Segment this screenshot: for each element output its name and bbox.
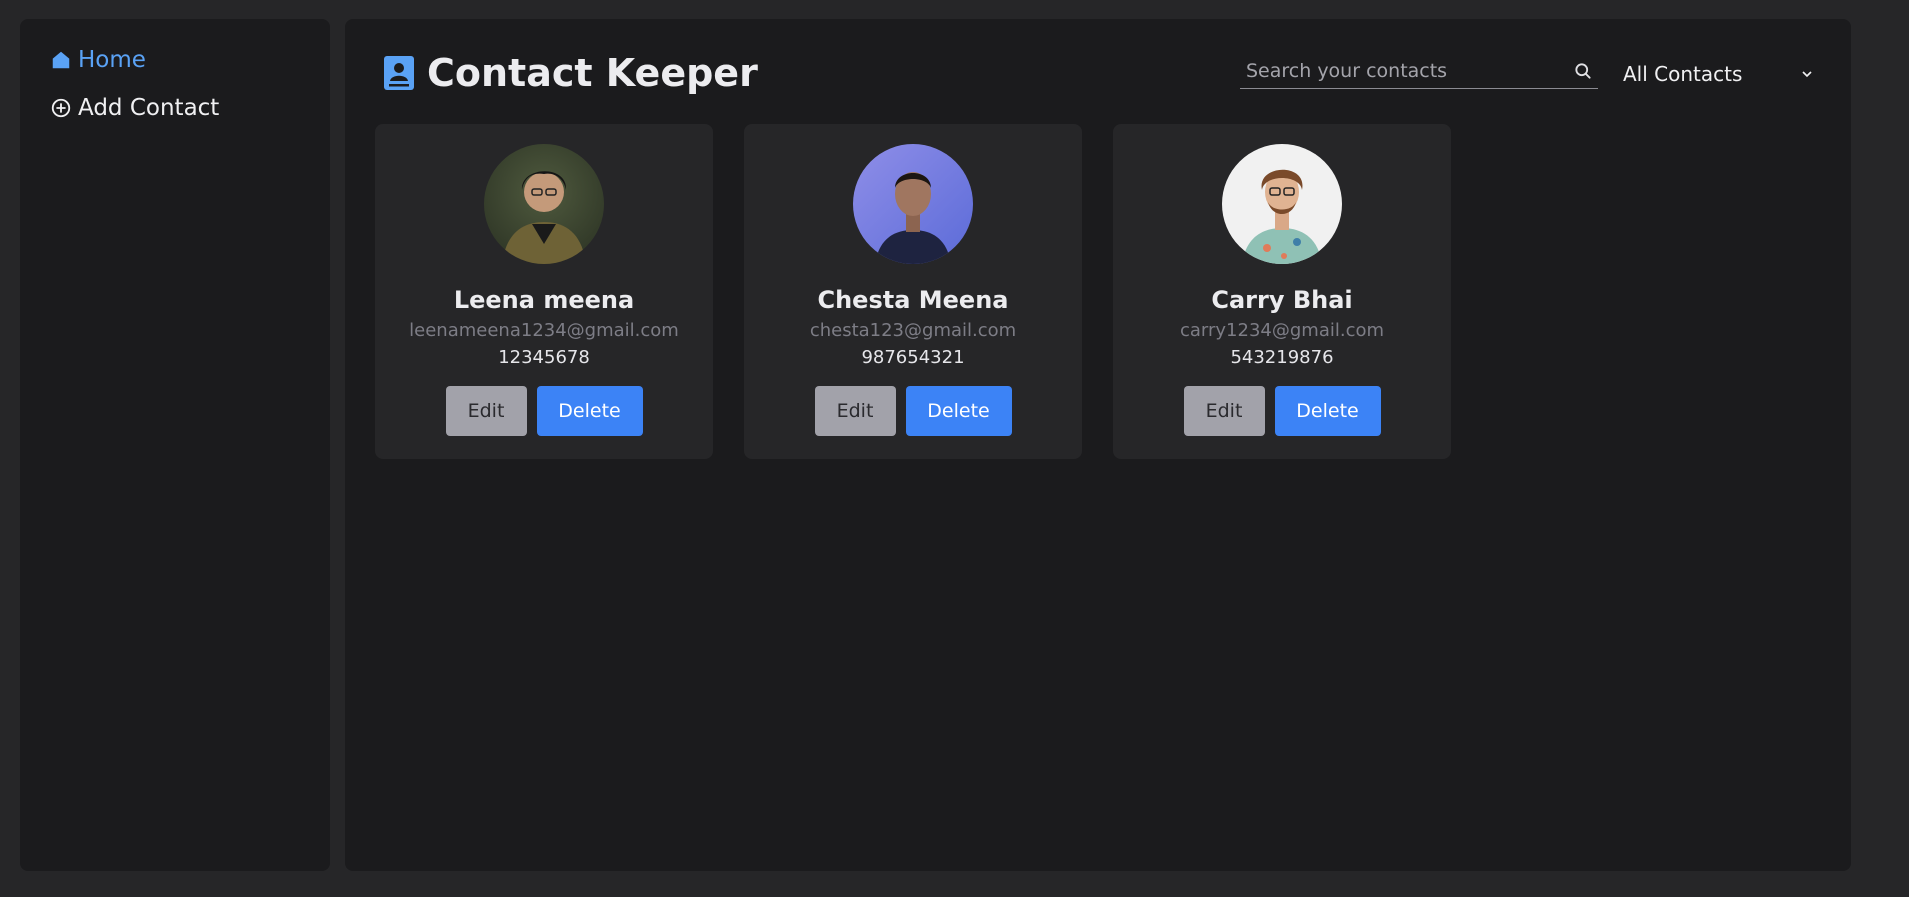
delete-button[interactable]: Delete	[905, 386, 1012, 436]
contact-email: chesta123@gmail.com	[809, 320, 1017, 341]
contact-email: carry1234@gmail.com	[1179, 320, 1385, 341]
card-actions: Edit Delete	[1183, 386, 1381, 436]
edit-button[interactable]: Edit	[814, 386, 896, 436]
contact-email: leenameena1234@gmail.com	[409, 320, 679, 341]
sidebar-item-label: Add Contact	[78, 95, 220, 121]
delete-button[interactable]: Delete	[536, 386, 643, 436]
contact-phone: 543219876	[1230, 347, 1334, 368]
home-icon	[52, 51, 70, 69]
contact-name: Chesta Meena	[817, 286, 1009, 314]
contact-name: Leena meena	[453, 286, 635, 314]
contact-book-icon	[384, 56, 414, 90]
page-title: Contact Keeper	[427, 51, 758, 95]
avatar	[1222, 144, 1342, 264]
edit-button[interactable]: Edit	[1183, 386, 1265, 436]
contact-card: Chesta Meena chesta123@gmail.com 9876543…	[744, 124, 1082, 459]
card-actions: Edit Delete	[814, 386, 1012, 436]
contacts-filter-select[interactable]: All Contacts	[1623, 57, 1823, 91]
plus-circle-icon	[51, 98, 71, 118]
card-actions: Edit Delete	[445, 386, 643, 436]
sidebar-item-label: Home	[78, 47, 146, 73]
search-icon[interactable]	[1568, 61, 1598, 81]
avatar	[853, 144, 973, 264]
edit-button[interactable]: Edit	[445, 386, 527, 436]
sidebar-item-home[interactable]: Home	[50, 47, 300, 73]
search-input[interactable]	[1240, 59, 1568, 82]
avatar	[484, 144, 604, 264]
chevron-down-icon	[1802, 71, 1812, 78]
contact-name: Carry Bhai	[1211, 286, 1353, 314]
contact-phone: 987654321	[861, 347, 965, 368]
contact-card: Carry Bhai carry1234@gmail.com 543219876…	[1113, 124, 1451, 459]
sidebar-item-add-contact[interactable]: Add Contact	[50, 95, 300, 121]
main-panel: Contact Keeper All Contacts	[345, 19, 1851, 871]
delete-button[interactable]: Delete	[1274, 386, 1381, 436]
filter-selected-value: All Contacts	[1623, 62, 1743, 86]
sidebar: Home Add Contact	[20, 19, 330, 871]
page-header: Contact Keeper	[383, 51, 758, 95]
contact-phone: 12345678	[498, 347, 590, 368]
contact-card: Leena meena leenameena1234@gmail.com 123…	[375, 124, 713, 459]
search-bar	[1240, 53, 1598, 89]
contact-cards: Leena meena leenameena1234@gmail.com 123…	[375, 124, 1451, 459]
